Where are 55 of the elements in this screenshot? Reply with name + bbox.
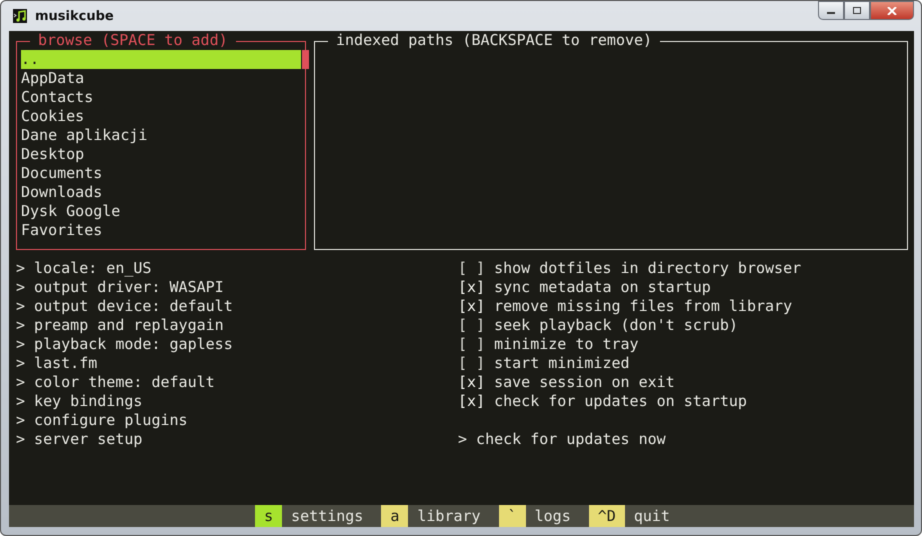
settings-menu-item[interactable]: > last.fm (16, 354, 98, 373)
shortcut-label[interactable]: logs (526, 507, 589, 525)
action-item[interactable]: > check for updates now (458, 430, 666, 449)
settings-menu-item[interactable]: > configure plugins (16, 411, 188, 430)
close-button[interactable] (870, 1, 914, 20)
directory-item[interactable]: Favorites (21, 221, 301, 240)
settings-menu-item[interactable]: > preamp and replaygain (16, 316, 224, 335)
settings-menu-item[interactable]: > color theme: default (16, 373, 215, 392)
directory-item[interactable]: Cookies (21, 107, 301, 126)
settings-menu-item[interactable]: > playback mode: gapless (16, 335, 233, 354)
minimize-button[interactable] (818, 1, 844, 20)
shortcut-key[interactable]: s (255, 505, 282, 527)
panel-title: browse (SPACE to add) (30, 31, 236, 50)
directory-item[interactable]: Documents (21, 164, 301, 183)
directory-item[interactable]: .. (21, 50, 301, 69)
checkbox-label: start minimized (494, 354, 630, 373)
settings-menu-item[interactable]: > output device: default (16, 297, 233, 316)
settings-menu-item[interactable]: > output driver: WASAPI (16, 278, 224, 297)
settings-menu-item[interactable]: > locale: en_US (16, 259, 152, 278)
shortcut-key[interactable]: ` (498, 505, 526, 527)
checkbox-label: save session on exit (494, 373, 675, 392)
window-title: musikcube (35, 8, 114, 24)
checkbox[interactable]: [x] (458, 392, 486, 411)
directory-item[interactable]: Dysk Google (21, 202, 301, 221)
checkbox-label: sync metadata on startup (494, 278, 711, 297)
checkbox[interactable]: [ ] (458, 316, 486, 335)
settings-menu-item[interactable]: > key bindings (16, 392, 142, 411)
checkbox[interactable]: [ ] (458, 354, 486, 373)
checkbox-label: seek playback (don't scrub) (494, 316, 738, 335)
shortcut-key[interactable]: a (381, 505, 408, 527)
shortcut-key[interactable]: ^D (588, 505, 625, 527)
panel-title: indexed paths (BACKSPACE to remove) (328, 31, 660, 50)
directory-item[interactable]: AppData (21, 69, 301, 88)
checkbox-label: check for updates on startup (494, 392, 747, 411)
checkbox[interactable]: [x] (458, 373, 486, 392)
checkbox-label: remove missing files from library (494, 297, 792, 316)
directory-item[interactable]: Contacts (21, 88, 301, 107)
shortcut-label[interactable]: library (408, 507, 499, 525)
directory-item[interactable]: Dane aplikacji (21, 126, 301, 145)
music-note-icon (13, 9, 27, 23)
shortcut-label[interactable]: quit (624, 507, 688, 525)
settings-menu-item[interactable]: > server setup (16, 430, 142, 449)
directory-item[interactable]: Downloads (21, 183, 301, 202)
checkbox[interactable]: [ ] (458, 259, 486, 278)
checkbox[interactable]: [x] (458, 297, 486, 316)
checkbox[interactable]: [ ] (458, 335, 486, 354)
scrollbar-thumb[interactable] (302, 50, 309, 69)
directory-item[interactable]: Desktop (21, 145, 301, 164)
checkbox-label: minimize to tray (494, 335, 639, 354)
checkbox[interactable]: [x] (458, 278, 486, 297)
checkbox-label: show dotfiles in directory browser (494, 259, 802, 278)
close-icon (887, 6, 897, 14)
maximize-icon (852, 6, 862, 14)
shortcut-label[interactable]: settings (282, 507, 382, 525)
maximize-button[interactable] (844, 1, 870, 20)
